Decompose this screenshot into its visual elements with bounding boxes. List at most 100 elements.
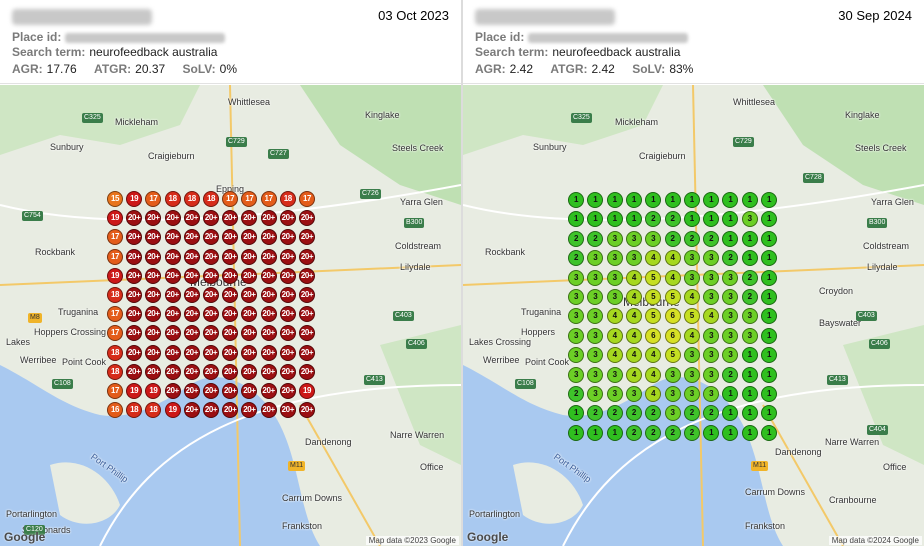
rank-pin[interactable]: 3 <box>683 386 700 402</box>
rank-pin[interactable]: 2 <box>683 424 700 441</box>
rank-pin[interactable]: 3 <box>587 386 604 402</box>
rank-pin[interactable]: 20+ <box>145 344 162 361</box>
rank-pin[interactable]: 18 <box>183 191 200 207</box>
rank-pin[interactable]: 3 <box>741 308 758 325</box>
rank-pin[interactable]: 1 <box>761 327 777 344</box>
rank-pin[interactable]: 19 <box>164 402 181 419</box>
rank-pin[interactable]: 20+ <box>241 287 258 303</box>
rank-pin[interactable]: 20+ <box>126 210 143 227</box>
rank-pin[interactable]: 5 <box>664 347 681 364</box>
rank-pin[interactable]: 17 <box>107 325 123 342</box>
rank-pin[interactable]: 20+ <box>241 363 258 380</box>
rank-pin[interactable]: 2 <box>683 230 700 247</box>
rank-pin[interactable]: 20+ <box>203 267 219 284</box>
rank-pin[interactable]: 19 <box>299 383 315 399</box>
rank-pin[interactable]: 1 <box>568 424 584 441</box>
rank-pin[interactable]: 18 <box>107 287 123 303</box>
rank-pin[interactable]: 20+ <box>241 344 258 361</box>
rank-pin[interactable]: 3 <box>683 347 700 364</box>
rank-pin[interactable]: 1 <box>741 424 758 441</box>
rank-pin[interactable]: 17 <box>107 383 123 399</box>
rank-pin[interactable]: 1 <box>741 192 758 208</box>
rank-pin[interactable]: 20+ <box>145 287 162 303</box>
rank-pin[interactable]: 6 <box>664 327 681 344</box>
rank-pin[interactable]: 2 <box>625 424 642 441</box>
rank-pin[interactable]: 20+ <box>241 267 258 284</box>
rank-pin[interactable]: 20+ <box>164 383 181 399</box>
rank-pin[interactable]: 3 <box>683 366 700 383</box>
rank-pin[interactable]: 3 <box>587 289 604 305</box>
rank-pin[interactable]: 1 <box>761 289 777 305</box>
rank-pin[interactable]: 20+ <box>126 363 143 380</box>
rank-pin[interactable]: 1 <box>568 405 584 422</box>
rank-pin[interactable]: 2 <box>664 230 681 247</box>
rank-pin[interactable]: 20+ <box>164 248 181 265</box>
rank-pin[interactable]: 1 <box>606 211 623 228</box>
rank-pin[interactable]: 20+ <box>183 363 200 380</box>
rank-pin[interactable]: 1 <box>606 424 623 441</box>
map-attribution[interactable]: Map data ©2024 Google <box>828 536 922 545</box>
rank-pin[interactable]: 16 <box>107 402 123 419</box>
rank-pin[interactable]: 20+ <box>299 306 315 323</box>
rank-pin[interactable]: 20+ <box>203 325 219 342</box>
rank-pin[interactable]: 4 <box>664 269 681 286</box>
rank-pin[interactable]: 3 <box>568 308 584 325</box>
rank-pin[interactable]: 20+ <box>183 287 200 303</box>
rank-pin[interactable]: 3 <box>741 327 758 344</box>
rank-pin[interactable]: 3 <box>606 230 623 247</box>
rank-pin[interactable]: 20+ <box>222 229 239 246</box>
rank-pin[interactable]: 20+ <box>164 344 181 361</box>
rank-pin[interactable]: 3 <box>568 269 584 286</box>
rank-pin[interactable]: 3 <box>722 269 739 286</box>
rank-pin[interactable]: 1 <box>703 192 720 208</box>
rank-pin[interactable]: 4 <box>683 289 700 305</box>
rank-pin[interactable]: 20+ <box>222 402 239 419</box>
rank-pin[interactable]: 1 <box>625 192 642 208</box>
rank-pin[interactable]: 20+ <box>203 402 219 419</box>
rank-pin[interactable]: 4 <box>625 366 642 383</box>
rank-pin[interactable]: 1 <box>664 192 681 208</box>
rank-pin[interactable]: 20+ <box>126 267 143 284</box>
map-attribution[interactable]: Map data ©2023 Google <box>365 536 459 545</box>
rank-pin[interactable]: 20+ <box>145 229 162 246</box>
rank-pin[interactable]: 18 <box>126 402 143 419</box>
rank-pin[interactable]: 20+ <box>164 287 181 303</box>
rank-pin[interactable]: 3 <box>606 366 623 383</box>
rank-pin[interactable]: 20+ <box>164 306 181 323</box>
rank-pin[interactable]: 18 <box>145 402 162 419</box>
rank-pin[interactable]: 1 <box>625 211 642 228</box>
rank-pin[interactable]: 18 <box>107 344 123 361</box>
rank-pin[interactable]: 20+ <box>299 210 315 227</box>
rank-pin[interactable]: 3 <box>568 327 584 344</box>
rank-pin[interactable]: 1 <box>722 424 739 441</box>
rank-pin[interactable]: 20+ <box>279 344 296 361</box>
rank-pin[interactable]: 3 <box>606 250 623 267</box>
rank-pin[interactable]: 20+ <box>183 229 200 246</box>
rank-pin[interactable]: 20+ <box>222 248 239 265</box>
rank-pin[interactable]: 20+ <box>279 248 296 265</box>
rank-pin[interactable]: 20+ <box>145 248 162 265</box>
rank-pin[interactable]: 18 <box>164 191 181 207</box>
rank-pin[interactable]: 1 <box>761 308 777 325</box>
rank-pin[interactable]: 20+ <box>145 325 162 342</box>
rank-pin[interactable]: 3 <box>703 366 720 383</box>
rank-pin[interactable]: 1 <box>722 211 739 228</box>
rank-pin[interactable]: 4 <box>625 347 642 364</box>
rank-pin[interactable]: 20+ <box>126 344 143 361</box>
rank-pin[interactable]: 17 <box>107 248 123 265</box>
rank-pin[interactable]: 20+ <box>183 402 200 419</box>
rank-pin[interactable]: 20+ <box>203 248 219 265</box>
rank-pin[interactable]: 20+ <box>203 306 219 323</box>
rank-pin[interactable]: 3 <box>722 347 739 364</box>
rank-pin[interactable]: 3 <box>568 347 584 364</box>
rank-pin[interactable]: 3 <box>703 386 720 402</box>
rank-pin[interactable]: 5 <box>645 289 662 305</box>
rank-pin[interactable]: 17 <box>222 191 239 207</box>
rank-pin[interactable]: 20+ <box>222 325 239 342</box>
rank-pin[interactable]: 1 <box>741 230 758 247</box>
rank-pin[interactable]: 2 <box>587 230 604 247</box>
rank-pin[interactable]: 1 <box>741 386 758 402</box>
rank-pin[interactable]: 1 <box>761 250 777 267</box>
rank-pin[interactable]: 3 <box>606 269 623 286</box>
rank-pin[interactable]: 20+ <box>279 306 296 323</box>
